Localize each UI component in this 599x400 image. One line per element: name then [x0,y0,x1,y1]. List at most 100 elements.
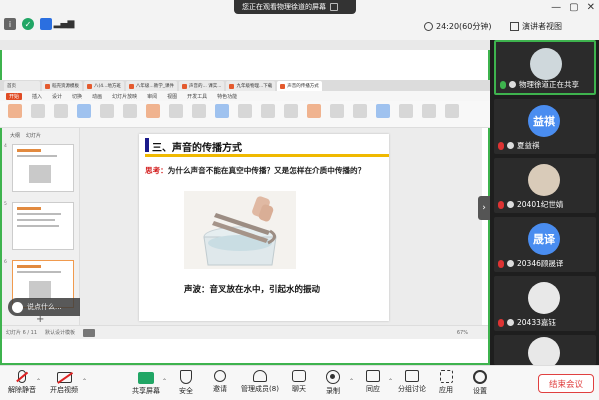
ribbon-tool-icon[interactable] [353,104,367,118]
settings-button[interactable]: 设置 [460,370,500,396]
sharing-screen-icon [509,81,516,88]
share-banner-text: 您正在观看物理徐道的屏幕 [242,3,326,11]
ribbon-tool-icon[interactable] [238,104,252,118]
play-slideshow-icon[interactable] [83,328,96,337]
wps-menu-item[interactable]: 插入 [32,93,42,100]
participant-tile[interactable]: 物理徐道正在共享 [494,40,596,95]
mic-muted-icon [498,141,504,150]
slide-question: 思考：为什么声音不能在真空中传播？又是怎样在介质中传播的？ [145,165,365,176]
new-slide-icon[interactable] [8,104,22,118]
minimize-window-icon[interactable]: — [551,2,561,13]
wps-menu-item[interactable]: 幻灯片放映 [112,93,137,100]
wps-menu-item[interactable]: 动画 [92,93,102,100]
participant-tile[interactable]: 20401纪世婧 [494,158,596,213]
view-switch[interactable]: 演讲者视图 [510,21,562,32]
tab-slides[interactable]: 幻灯片 [26,132,41,139]
ribbon-tool-icon[interactable] [422,104,436,118]
thumb-image [29,281,51,299]
thumb-text-line [17,271,61,273]
ribbon-tool-icon[interactable] [284,104,298,118]
start-video-button[interactable]: 开启视频 [44,370,84,395]
wps-tab[interactable]: 九年级物理...下载 [226,81,276,91]
slide-thumbnail-panel: 大纲 幻灯片 4 5 6 [2,128,80,325]
ribbon-tool-icon[interactable] [445,104,459,118]
wps-tab[interactable]: 首页 [4,81,40,91]
ribbon-tool-icon[interactable] [54,104,68,118]
thumb-title-bar [17,265,41,268]
user-icon [507,319,514,326]
ribbon-tool-icon[interactable] [31,104,45,118]
ppt-file-icon [128,83,134,89]
emoji-icon[interactable] [12,301,23,313]
minimize-icon[interactable] [330,3,338,11]
caption-button[interactable]: 同应 [353,370,393,394]
wps-menu-item[interactable]: 视图 [167,93,177,100]
maximize-window-icon[interactable]: ▢ [569,2,578,13]
view-grid-icon [510,22,519,31]
ribbon-tool-icon[interactable] [376,104,390,118]
participant-tile-partial[interactable] [494,335,596,369]
ribbon-tool-icon[interactable] [330,104,344,118]
question-text: 为什么声音不能在真空中传播？又是怎样在介质中传播的？ [167,166,366,175]
ribbon-tool-icon[interactable] [100,104,114,118]
thumb-text-line [17,155,57,157]
ppt-file-icon [181,83,187,89]
wps-tab[interactable]: 八年级...教学_课件 [125,81,177,91]
ribbon-tool-icon[interactable] [192,104,206,118]
signal-icon[interactable]: ▂▄▆ [54,18,75,30]
slide-thumbnail[interactable] [12,144,74,192]
ribbon-tool-icon[interactable] [123,104,137,118]
ppt-file-icon [87,83,92,89]
settings-label: 设置 [473,387,487,395]
tab-outline[interactable]: 大纲 [10,132,20,139]
ribbon-tool-icon[interactable] [261,104,275,118]
grid-icon[interactable] [40,18,52,30]
wps-tab[interactable]: 八(4...地方班 [84,81,124,91]
wps-menu-item[interactable]: 审阅 [147,93,157,100]
wps-tab[interactable]: 稻壳资源模板 [42,81,82,91]
chevron-up-icon[interactable]: ⌃ [82,378,87,385]
add-slide-icon[interactable]: + [36,314,44,325]
share-screen-button[interactable]: 共享屏幕 [126,370,166,396]
shared-screen-footer [0,339,490,365]
chat-label: 聊天 [292,385,306,393]
start-video-label: 开启视频 [50,386,78,394]
ribbon-tool-icon[interactable] [169,104,183,118]
wps-tab-active[interactable]: 声音的传播方式 [277,81,322,91]
slide-number: 4 [4,144,7,149]
close-window-icon[interactable]: ✕ [587,2,595,13]
wps-tab[interactable]: 声音的... 课实... [178,81,225,91]
wps-menu-item[interactable]: 特色功能 [217,93,237,100]
wps-menu-item[interactable]: 开始 [6,92,23,100]
slide-thumbnail[interactable] [12,202,74,250]
ribbon-tool-icon[interactable] [215,104,229,118]
ribbon-tool-icon[interactable] [146,104,160,118]
participant-tile[interactable]: 益祺 夏益祺 [494,99,596,154]
ribbon-tool-icon[interactable] [399,104,413,118]
participant-label: 20346顾晟译 [498,258,563,269]
invite-label: 邀请 [213,385,227,393]
manage-members-button[interactable]: 管理成员(8) [240,370,280,394]
chevron-up-icon[interactable]: ⌃ [36,378,41,385]
share-screen-label: 共享屏幕 [132,387,160,395]
collapse-sidebar-icon[interactable]: › [478,196,490,220]
record-button[interactable]: 录制 [313,370,353,396]
participant-tile[interactable]: 20433嘉钰 [494,276,596,331]
wps-menu-item[interactable]: 切换 [72,93,82,100]
ppt-file-icon [45,83,50,89]
wps-title-strip [0,40,490,50]
avatar: 晟译 [528,223,560,255]
zoom-level[interactable]: 67% [457,330,468,336]
end-meeting-button[interactable]: 结束会议 [538,374,594,393]
wps-menu-item[interactable]: 设计 [52,93,62,100]
shield-check-icon[interactable]: ✓ [22,18,34,30]
info-icon[interactable]: i [4,18,16,30]
participant-tile[interactable]: 晟译 20346顾晟译 [494,217,596,272]
thumb-panel-tabs: 大纲 幻灯片 [10,132,41,139]
invite-button[interactable]: 邀请 [200,370,240,394]
ribbon-tool-icon[interactable] [77,104,91,118]
window-controls: — ▢ ✕ [551,2,595,13]
ribbon-tool-icon[interactable] [307,104,321,118]
wps-menu-item[interactable]: 开发工具 [187,93,207,100]
share-banner[interactable]: 您正在观看物理徐道的屏幕 [234,0,356,14]
